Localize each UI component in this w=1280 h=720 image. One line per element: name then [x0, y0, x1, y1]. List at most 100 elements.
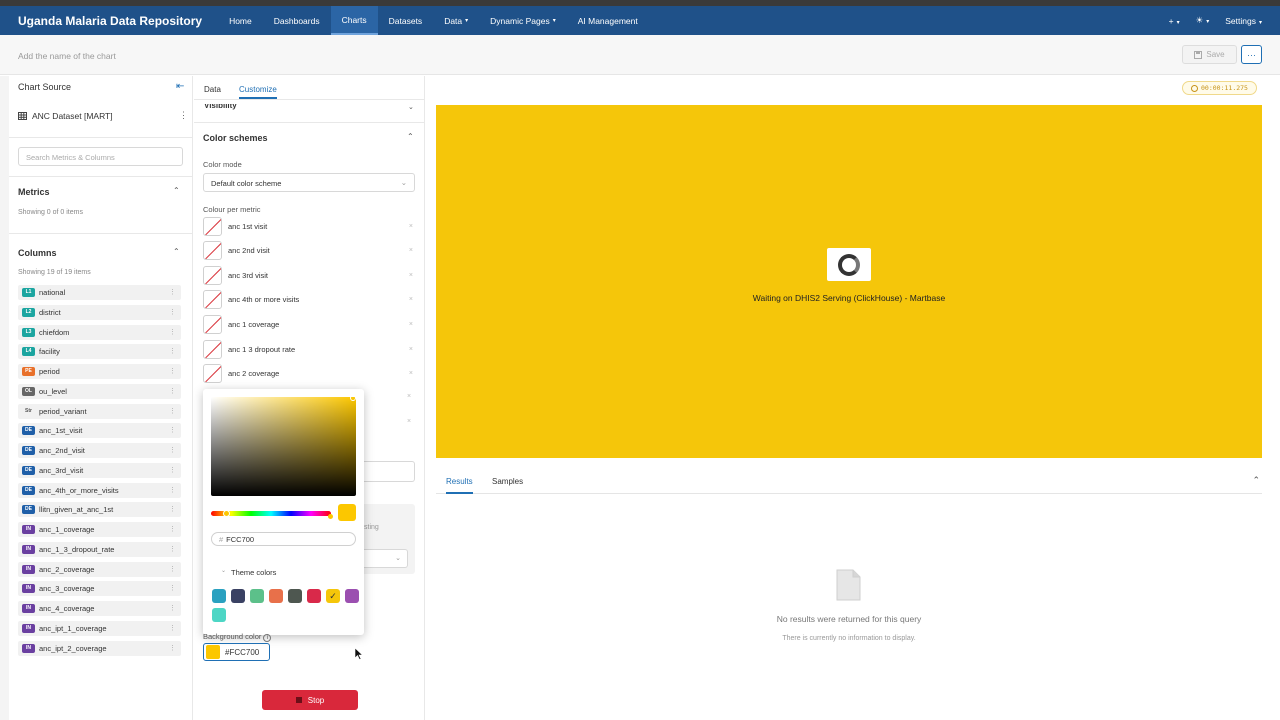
drag-handle-icon[interactable]: ⋮: [169, 565, 176, 573]
column-item[interactable]: IN anc_1_coverage ⋮: [18, 522, 181, 537]
column-item[interactable]: DE anc_3rd_visit ⋮: [18, 462, 181, 478]
nav-item-home[interactable]: Home: [218, 6, 263, 35]
drag-handle-icon[interactable]: ⋮: [169, 387, 176, 395]
metric-color-swatch[interactable]: [203, 364, 222, 384]
info-icon[interactable]: i: [263, 634, 272, 642]
add-menu-button[interactable]: + ▾: [1169, 16, 1180, 26]
tab-results[interactable]: Results: [446, 477, 473, 486]
metric-color-swatch[interactable]: [203, 290, 222, 310]
nav-item-charts[interactable]: Charts: [330, 6, 378, 35]
column-item[interactable]: Str period_variant ⋮: [18, 403, 181, 419]
drag-handle-icon[interactable]: ⋮: [169, 347, 176, 355]
column-item[interactable]: IN anc_3_coverage ⋮: [18, 581, 181, 597]
nav-item-ai-management[interactable]: AI Management: [567, 6, 649, 35]
column-item[interactable]: DE anc_4th_or_more_visits ⋮: [18, 482, 181, 498]
column-item[interactable]: IN anc_1_3_dropout_rate ⋮: [18, 541, 181, 557]
theme-color-swatch[interactable]: [288, 589, 302, 603]
drag-handle-icon[interactable]: ⋮: [169, 407, 176, 415]
visibility-section[interactable]: Visibility: [204, 104, 237, 110]
hidden-select[interactable]: ⌄: [360, 549, 408, 568]
drag-handle-icon[interactable]: ⋮: [169, 505, 176, 513]
column-item[interactable]: IN anc_4_coverage ⋮: [18, 601, 181, 616]
column-item[interactable]: PE period ⋮: [18, 364, 181, 379]
theme-color-swatch[interactable]: [250, 589, 264, 603]
column-item[interactable]: IN anc_2_coverage ⋮: [18, 561, 181, 577]
save-button[interactable]: Save: [1182, 45, 1237, 64]
color-mode-select[interactable]: Default color scheme ⌄: [203, 173, 415, 192]
remove-icon[interactable]: ×: [409, 346, 413, 353]
column-item[interactable]: OL ou_level ⋮: [18, 383, 181, 399]
more-options-button[interactable]: ···: [1241, 45, 1262, 64]
drag-handle-icon[interactable]: ⋮: [169, 624, 176, 632]
drag-handle-icon[interactable]: ⋮: [169, 545, 176, 553]
drag-handle-icon[interactable]: ⋮: [169, 486, 176, 494]
column-item[interactable]: DE anc_1st_visit ⋮: [18, 423, 181, 439]
drag-handle-icon[interactable]: ⋮: [169, 328, 176, 336]
drag-handle-icon[interactable]: ⋮: [169, 367, 176, 375]
metric-color-swatch[interactable]: [203, 241, 222, 261]
chevron-up-icon[interactable]: ⌃: [173, 247, 180, 256]
settings-menu-button[interactable]: Settings ▾: [1225, 16, 1262, 26]
drag-handle-icon[interactable]: ⋮: [169, 446, 176, 454]
metric-color-swatch[interactable]: [203, 314, 222, 334]
theme-color-swatch[interactable]: [212, 608, 226, 622]
drag-handle-icon[interactable]: ⋮: [169, 466, 176, 474]
remove-icon[interactable]: ×: [409, 296, 413, 303]
drag-handle-icon[interactable]: ⋮: [169, 525, 176, 533]
remove-icon[interactable]: ×: [409, 370, 413, 377]
metric-color-swatch[interactable]: [203, 216, 222, 236]
drag-handle-icon[interactable]: ⋮: [169, 308, 176, 316]
metric-color-swatch[interactable]: [203, 339, 222, 359]
drag-handle-icon[interactable]: ⋮: [169, 644, 176, 652]
column-item[interactable]: IN anc_ipt_2_coverage ⋮: [18, 640, 181, 656]
collapse-panel-icon[interactable]: ⇤: [176, 81, 184, 92]
hue-handle[interactable]: [223, 510, 230, 517]
nav-item-dynamic-pages[interactable]: Dynamic Pages ▾: [479, 6, 567, 35]
alpha-handle[interactable]: [328, 514, 333, 519]
stop-button[interactable]: Stop: [262, 690, 358, 710]
remove-icon[interactable]: ×: [409, 223, 413, 230]
chevron-up-icon[interactable]: ⌃: [407, 132, 414, 141]
sv-handle[interactable]: [350, 395, 356, 401]
drag-handle-icon[interactable]: ⋮: [169, 604, 176, 612]
background-color-swatch[interactable]: [206, 645, 220, 659]
background-color-input[interactable]: #FCC700: [203, 643, 270, 661]
remove-icon[interactable]: ×: [409, 321, 413, 328]
column-item[interactable]: DE llitn_given_at_anc_1st ⋮: [18, 502, 181, 518]
column-item[interactable]: IN anc_ipt_1_coverage ⋮: [18, 620, 181, 636]
theme-colors-label[interactable]: Theme colors: [231, 568, 276, 577]
remove-icon[interactable]: ×: [407, 418, 411, 425]
chevron-up-icon[interactable]: ⌃: [173, 186, 180, 195]
theme-color-swatch-selected[interactable]: ✓: [326, 589, 340, 603]
tab-customize[interactable]: Customize: [239, 85, 277, 94]
chart-name-input[interactable]: Add the name of the chart: [18, 51, 116, 61]
tab-data[interactable]: Data: [204, 85, 221, 94]
tab-samples[interactable]: Samples: [492, 477, 523, 486]
theme-color-swatch[interactable]: [212, 589, 226, 603]
column-item[interactable]: L3 chiefdom ⋮: [18, 324, 181, 340]
metric-color-swatch[interactable]: [203, 265, 222, 285]
theme-color-swatch[interactable]: [269, 589, 283, 603]
drag-handle-icon[interactable]: ⋮: [169, 426, 176, 434]
brand-title[interactable]: Uganda Malaria Data Repository: [18, 14, 202, 28]
dataset-name[interactable]: ANC Dataset [MART]: [32, 111, 113, 121]
remove-icon[interactable]: ×: [407, 393, 411, 400]
dataset-menu-icon[interactable]: ⋮: [179, 110, 188, 121]
chevron-down-icon[interactable]: ⌄: [408, 103, 414, 111]
column-item[interactable]: L4 facility ⋮: [18, 344, 181, 360]
hex-input[interactable]: # FCC700: [211, 532, 356, 546]
chevron-down-icon[interactable]: ⌄: [221, 567, 226, 574]
theme-color-swatch[interactable]: [307, 589, 321, 603]
remove-icon[interactable]: ×: [409, 247, 413, 254]
column-item[interactable]: L1 national ⋮: [18, 285, 181, 300]
theme-toggle-button[interactable]: ☀ ▾: [1196, 15, 1210, 26]
theme-color-swatch[interactable]: [231, 589, 245, 603]
column-item[interactable]: L2 district ⋮: [18, 304, 181, 320]
hidden-input[interactable]: [360, 461, 415, 482]
column-item[interactable]: DE anc_2nd_visit ⋮: [18, 443, 181, 458]
nav-item-dashboards[interactable]: Dashboards: [263, 6, 331, 35]
remove-icon[interactable]: ×: [409, 272, 413, 279]
theme-color-swatch[interactable]: [345, 589, 359, 603]
drag-handle-icon[interactable]: ⋮: [169, 584, 176, 592]
drag-handle-icon[interactable]: ⋮: [169, 288, 176, 296]
